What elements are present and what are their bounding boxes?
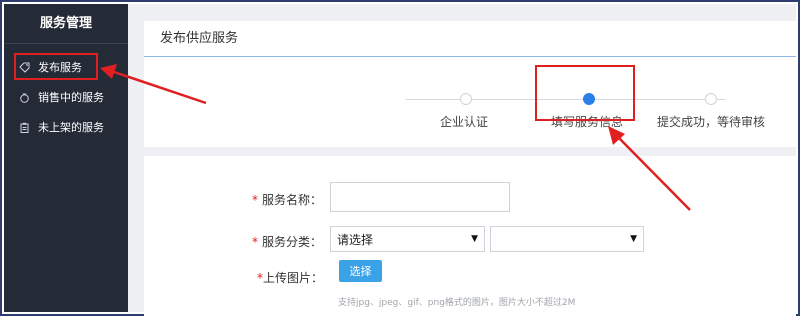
sidebar: 服务管理 发布服务 销售中的服务 未上架的服务: [4, 4, 128, 312]
sidebar-item-unlisted-services[interactable]: 未上架的服务: [4, 112, 128, 142]
sidebar-item-label: 未上架的服务: [38, 121, 104, 134]
choose-file-button[interactable]: 选择: [339, 260, 382, 282]
dropdown-caret-icon: ▼: [471, 234, 478, 244]
steps-panel: 发布供应服务 企业认证 填写服务信息 提交成功，等待审核: [144, 21, 796, 147]
category-select[interactable]: 请选择 ▼: [330, 226, 485, 252]
category-label: 服务分类：: [262, 235, 323, 249]
service-name-input[interactable]: [330, 182, 510, 212]
subcategory-select[interactable]: ▼: [490, 226, 644, 252]
dropdown-caret-icon: ▼: [630, 234, 637, 244]
required-mark: *: [252, 234, 258, 249]
highlight-box-active-step: [535, 65, 635, 121]
step-label-submitted: 提交成功，等待审核: [657, 115, 766, 129]
upload-hint: 支持jpg、jpeg、gif、png格式的图片，图片大小不超过2M: [338, 298, 576, 308]
step-label-verification: 企业认证: [440, 115, 489, 129]
money-bag-icon: [18, 91, 30, 103]
category-row: * 服务分类：: [252, 233, 322, 250]
highlight-box-publish: [14, 53, 98, 80]
step-dot-done: [460, 93, 472, 105]
category-select-value: 请选择: [337, 232, 374, 247]
sidebar-item-on-sale-services[interactable]: 销售中的服务: [4, 82, 128, 112]
progress-steps: 企业认证 填写服务信息 提交成功，等待审核: [144, 57, 796, 147]
sidebar-title: 服务管理: [4, 4, 128, 44]
step-dot-pending: [705, 93, 717, 105]
service-name-row: * 服务名称：: [252, 191, 322, 208]
form-panel: * 服务名称： * 服务分类： 请选择 ▼ ▼ * 上传图片： 选择 支持jpg…: [144, 156, 796, 316]
required-mark: *: [252, 192, 258, 207]
sidebar-item-label: 销售中的服务: [38, 91, 104, 104]
main-content: 发布供应服务 企业认证 填写服务信息 提交成功，等待审核 * 服务名称： * 服…: [128, 4, 796, 316]
upload-label: 上传图片：: [263, 271, 324, 285]
clipboard-icon: [18, 121, 30, 133]
page-title: 发布供应服务: [144, 21, 796, 57]
upload-row: * 上传图片：: [257, 269, 323, 286]
service-name-label: 服务名称：: [262, 193, 323, 207]
